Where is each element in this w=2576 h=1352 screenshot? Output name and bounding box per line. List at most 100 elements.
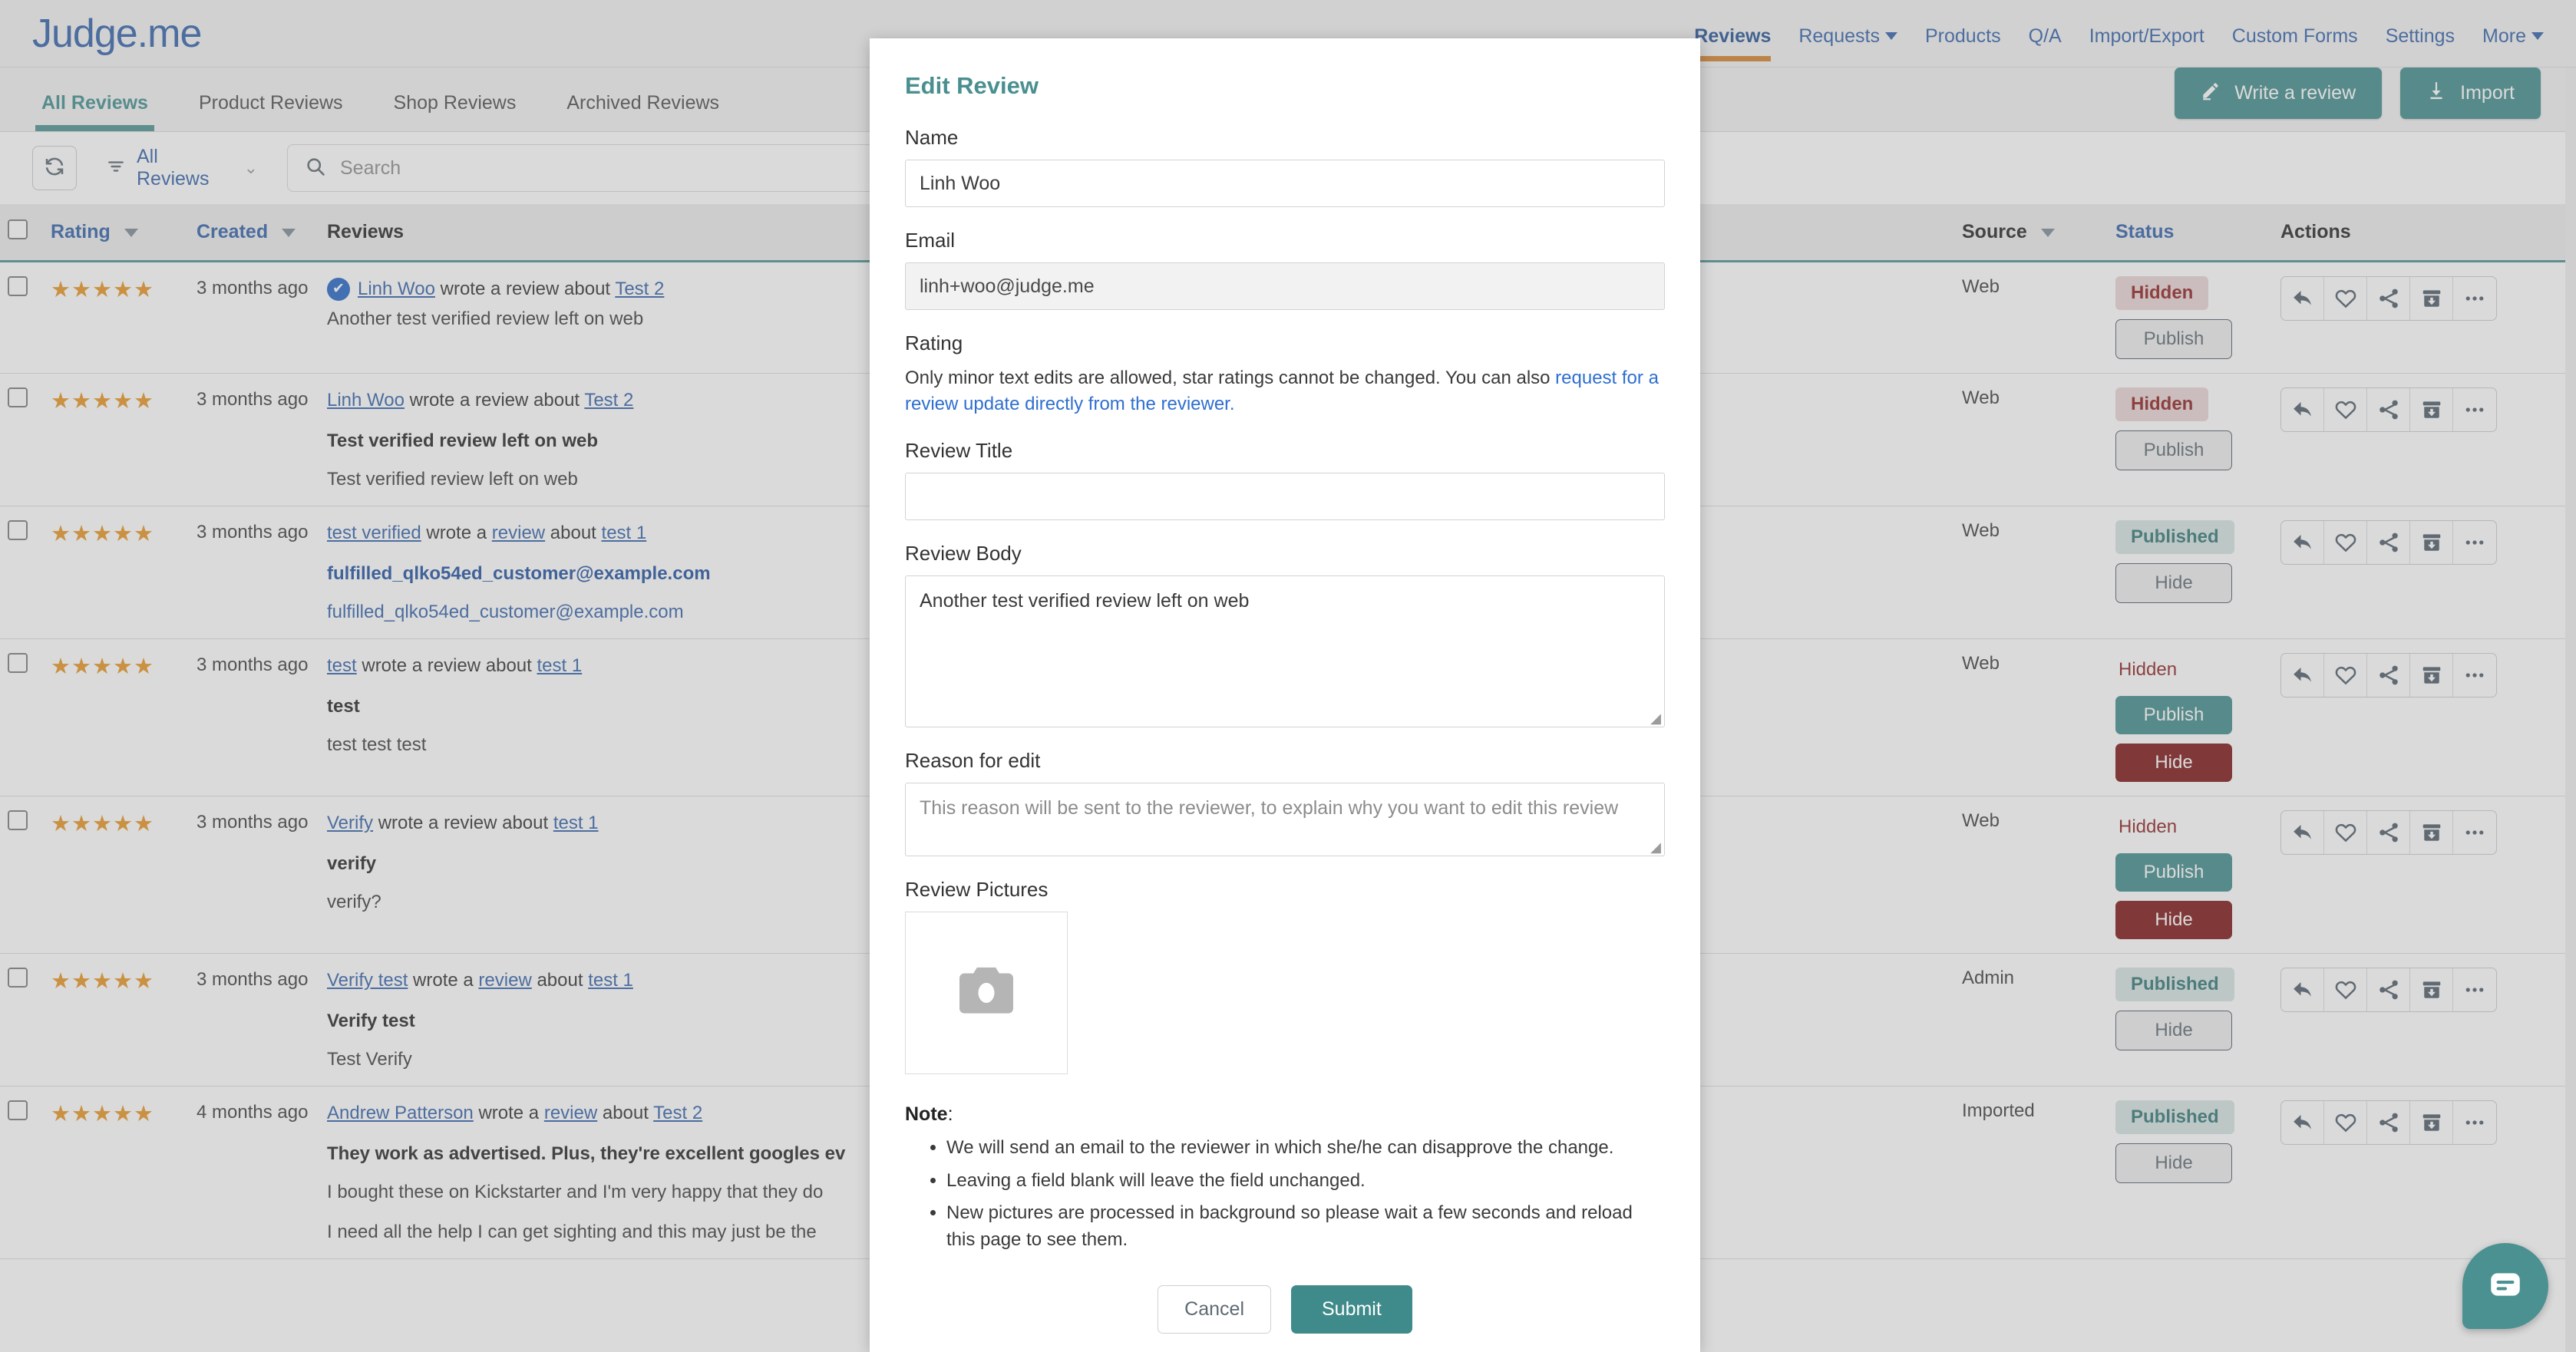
review-link[interactable]: review [544, 1103, 597, 1123]
judgeme-logo[interactable]: Judge.me [32, 11, 202, 57]
archive-icon[interactable] [2410, 653, 2453, 697]
product-link[interactable]: Test 2 [584, 390, 633, 411]
reply-icon[interactable] [2281, 1100, 2324, 1144]
product-link[interactable]: test 1 [602, 523, 647, 543]
resize-handle-icon[interactable]: ◢ [1650, 840, 1661, 854]
share-icon[interactable] [2367, 810, 2410, 854]
product-link[interactable]: test 1 [537, 655, 582, 676]
nav-item-reviews[interactable]: Reviews [1694, 25, 1772, 68]
nav-item-custom-forms[interactable]: Custom Forms [2232, 25, 2358, 68]
name-field[interactable]: Linh Woo [905, 160, 1665, 207]
product-link[interactable]: test 1 [553, 813, 599, 833]
nav-item-import-export[interactable]: Import/Export [2089, 25, 2204, 68]
chat-widget-button[interactable] [2462, 1243, 2548, 1329]
reviewer-link[interactable]: Verify test [327, 970, 408, 991]
archive-icon[interactable] [2410, 277, 2453, 320]
publish-button[interactable]: Publish [2115, 319, 2232, 359]
archive-icon[interactable] [2410, 388, 2453, 431]
write-a-review-button[interactable]: Write a review [2175, 68, 2383, 119]
tab-all-reviews[interactable]: All Reviews [35, 92, 154, 131]
page-scrollbar[interactable] [2565, 68, 2576, 1352]
share-icon[interactable] [2367, 277, 2410, 320]
product-link[interactable]: Test 2 [615, 279, 664, 299]
column-header-created[interactable]: Created [189, 204, 319, 262]
publish-button[interactable]: Publish [2115, 852, 2232, 892]
review-title-field[interactable] [905, 473, 1665, 521]
reviewer-link[interactable]: test [327, 655, 357, 676]
more-options-icon[interactable] [2453, 811, 2496, 854]
row-checkbox[interactable] [8, 967, 28, 988]
more-options-icon[interactable] [2453, 654, 2496, 697]
share-icon[interactable] [2367, 388, 2410, 431]
import-button[interactable]: Import [2400, 68, 2541, 119]
nav-item-requests[interactable]: Requests [1798, 25, 1897, 68]
row-checkbox[interactable] [8, 1100, 28, 1120]
share-icon[interactable] [2367, 968, 2410, 1011]
review-link[interactable]: review [478, 970, 531, 991]
hide-button[interactable]: Hide [2115, 743, 2232, 782]
cancel-button[interactable]: Cancel [1158, 1285, 1271, 1334]
reviewer-link[interactable]: test verified [327, 523, 421, 543]
product-link[interactable]: test 1 [588, 970, 633, 991]
heart-icon[interactable] [2324, 968, 2367, 1011]
more-options-icon[interactable] [2453, 968, 2496, 1011]
nav-item-q-a[interactable]: Q/A [2029, 25, 2062, 68]
reply-icon[interactable] [2281, 388, 2324, 431]
hide-button[interactable]: Hide [2115, 1143, 2232, 1183]
tab-product-reviews[interactable]: Product Reviews [193, 92, 349, 131]
share-icon[interactable] [2367, 653, 2410, 697]
review-link[interactable]: review [492, 523, 545, 543]
reviewer-link[interactable]: Verify [327, 813, 373, 833]
reviewer-link[interactable]: Linh Woo [358, 279, 435, 299]
archive-icon[interactable] [2410, 968, 2453, 1011]
review-picture-thumbnail[interactable] [905, 912, 1068, 1075]
heart-icon[interactable] [2324, 810, 2367, 854]
more-options-icon[interactable] [2453, 277, 2496, 320]
tab-archived-reviews[interactable]: Archived Reviews [560, 92, 725, 131]
product-link[interactable]: Test 2 [653, 1103, 702, 1123]
row-checkbox[interactable] [8, 810, 28, 830]
column-header-status[interactable]: Status [2108, 204, 2273, 262]
archive-icon[interactable] [2410, 520, 2453, 564]
reviewer-link[interactable]: Linh Woo [327, 390, 405, 411]
heart-icon[interactable] [2324, 520, 2367, 564]
reviewer-link[interactable]: Andrew Patterson [327, 1103, 474, 1123]
reply-icon[interactable] [2281, 968, 2324, 1011]
nav-item-more[interactable]: More [2482, 25, 2544, 68]
hide-button[interactable]: Hide [2115, 562, 2232, 603]
column-header-source[interactable]: Source [1954, 204, 2108, 262]
reply-icon[interactable] [2281, 653, 2324, 697]
more-options-icon[interactable] [2453, 388, 2496, 431]
heart-icon[interactable] [2324, 277, 2367, 320]
heart-icon[interactable] [2324, 1100, 2367, 1144]
share-icon[interactable] [2367, 1100, 2410, 1144]
submit-button[interactable]: Submit [1291, 1285, 1412, 1334]
filter-dropdown[interactable]: All Reviews ⌄ [94, 146, 270, 190]
nav-item-settings[interactable]: Settings [2386, 25, 2455, 68]
select-all-checkbox[interactable] [8, 219, 28, 239]
column-header-rating[interactable]: Rating [43, 204, 189, 262]
archive-icon[interactable] [2410, 810, 2453, 854]
hide-button[interactable]: Hide [2115, 1010, 2232, 1050]
resize-handle-icon[interactable]: ◢ [1650, 711, 1661, 725]
review-body-field[interactable]: Another test verified review left on web… [905, 575, 1665, 728]
row-checkbox[interactable] [8, 387, 28, 407]
archive-icon[interactable] [2410, 1100, 2453, 1144]
tab-shop-reviews[interactable]: Shop Reviews [388, 92, 523, 131]
more-options-icon[interactable] [2453, 521, 2496, 564]
heart-icon[interactable] [2324, 653, 2367, 697]
nav-item-products[interactable]: Products [1925, 25, 2001, 68]
reply-icon[interactable] [2281, 520, 2324, 564]
publish-button[interactable]: Publish [2115, 695, 2232, 734]
reply-icon[interactable] [2281, 277, 2324, 320]
row-checkbox[interactable] [8, 519, 28, 540]
row-checkbox[interactable] [8, 276, 28, 296]
more-options-icon[interactable] [2453, 1101, 2496, 1144]
hide-button[interactable]: Hide [2115, 900, 2232, 939]
reply-icon[interactable] [2281, 810, 2324, 854]
publish-button[interactable]: Publish [2115, 430, 2232, 470]
heart-icon[interactable] [2324, 388, 2367, 431]
share-icon[interactable] [2367, 520, 2410, 564]
row-checkbox[interactable] [8, 652, 28, 673]
refresh-button[interactable] [32, 146, 77, 190]
